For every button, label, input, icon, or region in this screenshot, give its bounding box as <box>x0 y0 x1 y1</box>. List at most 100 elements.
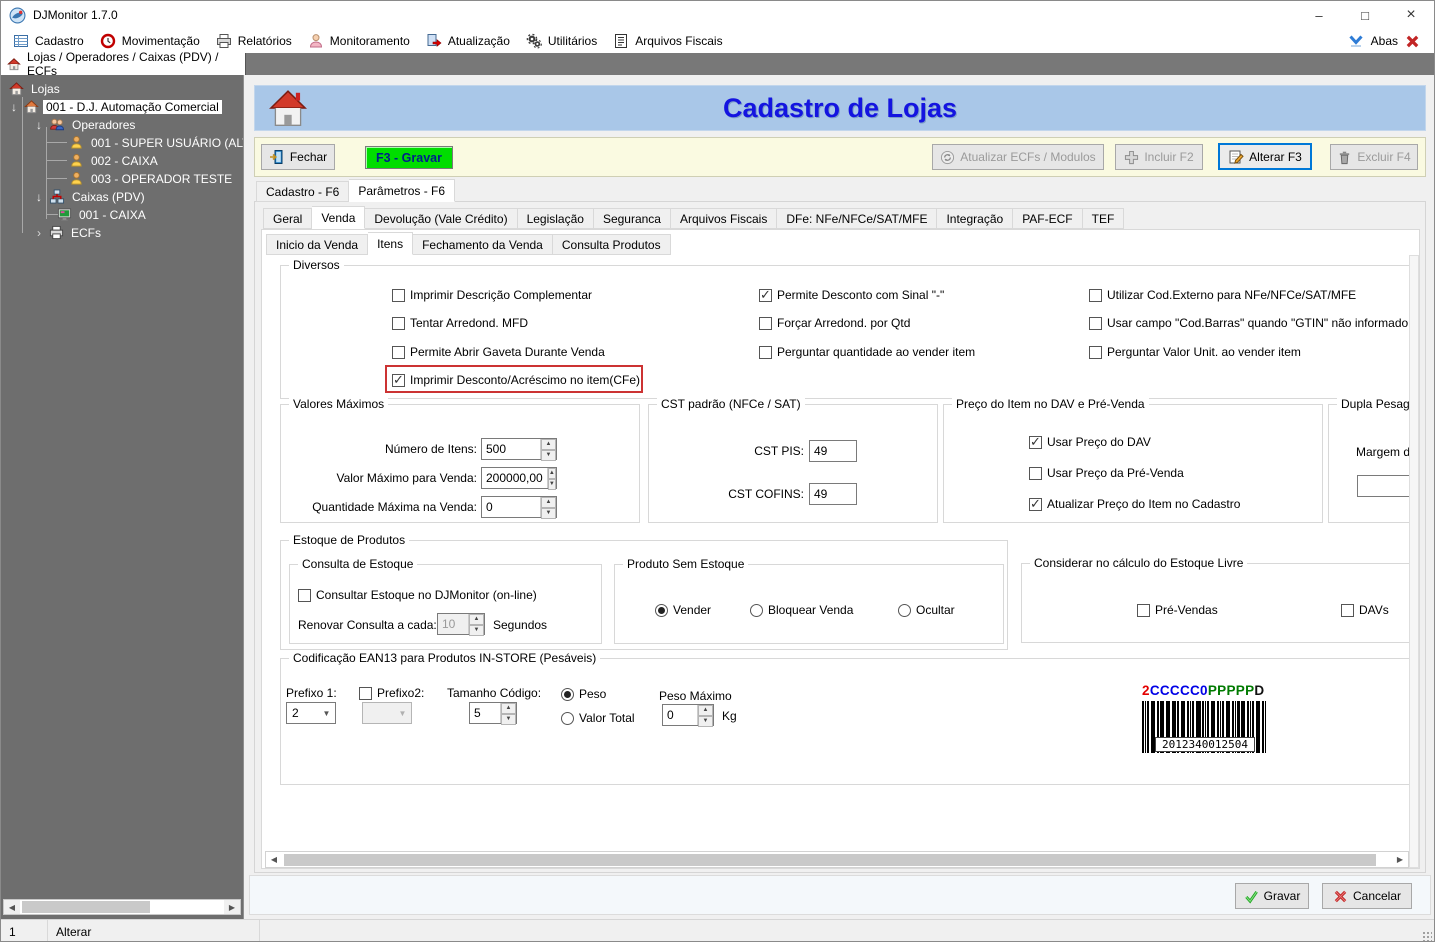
maximize-button[interactable]: □ <box>1342 1 1388 29</box>
tab-legislacao[interactable]: Legislação <box>518 208 594 229</box>
radio-valor-total[interactable]: Valor Total <box>561 710 635 726</box>
spinner-arrows[interactable]: ▲▼ <box>468 614 484 634</box>
spinner-value[interactable]: 200000,00 <box>482 468 547 488</box>
scroll-left-icon[interactable]: ◀ <box>266 853 282 867</box>
radio-ocultar[interactable]: Ocultar <box>898 602 955 618</box>
prefixo1-select[interactable]: 2▼ <box>286 702 336 724</box>
menu-atualizacao[interactable]: Atualização <box>420 30 520 52</box>
checkbox-usar-campo-cod-barras[interactable]: Usar campo "Cod.Barras" quando "GTIN" nã… <box>1089 315 1408 331</box>
tree-item-ecfs[interactable]: › ECFs <box>33 224 104 241</box>
scroll-left-icon[interactable]: ◀ <box>4 900 20 914</box>
tab-itens[interactable]: Itens <box>368 232 413 255</box>
expand-arrow-icon[interactable]: › <box>33 226 45 240</box>
spinner-arrows[interactable]: ▲▼ <box>697 705 713 725</box>
scroll-right-icon[interactable]: ▶ <box>224 900 240 914</box>
margem-input[interactable]: 15, <box>1357 475 1409 497</box>
tab-inicio-da-venda[interactable]: Inicio da Venda <box>266 234 368 255</box>
content-horizontal-scrollbar[interactable]: ◀ ▶ <box>265 851 1409 868</box>
checkbox-usar-preco-dav[interactable]: Usar Preço do DAV <box>1029 434 1151 450</box>
tab-fechamento-da-venda[interactable]: Fechamento da Venda <box>413 234 553 255</box>
tab-paf-ecf[interactable]: PAF-ECF <box>1013 208 1082 229</box>
tab-devolucao[interactable]: Devolução (Vale Crédito) <box>365 208 517 229</box>
spinner-value[interactable]: 0 <box>663 705 697 725</box>
tamanho-codigo-spinner[interactable]: 5▲▼ <box>469 702 517 724</box>
close-button[interactable]: × <box>1388 1 1434 29</box>
tree-item-lojas[interactable]: Lojas <box>9 80 63 97</box>
tab-venda[interactable]: Venda <box>312 206 365 229</box>
alterar-button[interactable]: Alterar F3 <box>1218 143 1312 170</box>
checkbox-utilizar-cod-externo[interactable]: Utilizar Cod.Externo para NFe/NFCe/SAT/M… <box>1089 287 1356 303</box>
scrollbar-thumb[interactable] <box>284 854 1376 866</box>
menu-utilitarios[interactable]: Utilitários <box>520 30 607 52</box>
checkbox-permite-desconto-sinal[interactable]: Permite Desconto com Sinal "-" <box>759 287 944 303</box>
gravar-button[interactable]: Gravar <box>1235 883 1309 909</box>
cancelar-button[interactable]: Cancelar <box>1322 883 1412 909</box>
numero-itens-spinner[interactable]: 500▲▼ <box>481 438 557 460</box>
excluir-button[interactable]: Excluir F4 <box>1330 144 1418 170</box>
spinner-value[interactable]: 0 <box>482 497 540 517</box>
chevron-down-icon[interactable] <box>1348 34 1364 48</box>
radio-vender[interactable]: Vender <box>655 602 711 618</box>
checkbox-perguntar-quantidade[interactable]: Perguntar quantidade ao vender item <box>759 344 975 360</box>
abas-label[interactable]: Abas <box>1371 34 1398 48</box>
atualizar-ecfs-button[interactable]: Atualizar ECFs / Modulos <box>932 144 1104 170</box>
minimize-button[interactable]: – <box>1296 1 1342 29</box>
spinner-arrows[interactable]: ▲▼ <box>540 497 556 517</box>
checkbox-prefixo2[interactable]: Prefixo2: <box>359 685 424 701</box>
tab-integracao[interactable]: Integração <box>937 208 1013 229</box>
expand-arrow-icon[interactable]: ↓ <box>33 118 45 132</box>
checkbox-permite-abrir-gaveta[interactable]: Permite Abrir Gaveta Durante Venda <box>392 344 605 360</box>
menu-monitoramento[interactable]: Monitoramento <box>302 30 420 52</box>
checkbox-perguntar-valor-unit[interactable]: Perguntar Valor Unit. ao vender item <box>1089 344 1301 360</box>
tree-item-operador-002[interactable]: 002 - CAIXA <box>69 152 161 169</box>
spinner-value[interactable]: 10 <box>438 614 468 634</box>
peso-maximo-spinner[interactable]: 0▲▼ <box>662 704 714 726</box>
radio-peso[interactable]: Peso <box>561 686 606 702</box>
tab-tef[interactable]: TEF <box>1083 208 1125 229</box>
checkbox-pre-vendas[interactable]: Pré-Vendas <box>1137 602 1218 618</box>
fechar-button[interactable]: Fechar <box>261 144 335 170</box>
menu-arquivos-fiscais[interactable]: Arquivos Fiscais <box>607 30 732 52</box>
scrollbar-thumb[interactable] <box>22 901 150 913</box>
tree-item-caixa-001[interactable]: 001 - CAIXA <box>57 206 149 223</box>
tab-parametros-f6[interactable]: Parâmetros - F6 <box>349 179 455 202</box>
menu-cadastro[interactable]: Cadastro <box>7 30 94 52</box>
checkbox-consultar-estoque[interactable]: Consultar Estoque no DJMonitor (on-line) <box>298 587 537 603</box>
tab-dfe[interactable]: DFe: NFe/NFCe/SAT/MFE <box>777 208 937 229</box>
tab-cadastro-f6[interactable]: Cadastro - F6 <box>256 181 349 202</box>
checkbox-atualizar-preco-item[interactable]: Atualizar Preço do Item no Cadastro <box>1029 496 1240 512</box>
checkbox-tentar-arredond-mfd[interactable]: Tentar Arredond. MFD <box>392 315 528 331</box>
resize-grip[interactable] <box>1422 931 1432 941</box>
tab-lojas-operadores[interactable]: Lojas / Operadores / Caixas (PDV) / ECFs <box>1 53 246 75</box>
spinner-arrows[interactable]: ▲▼ <box>500 703 516 723</box>
checkbox-forcar-arredond-qtd[interactable]: Forçar Arredond. por Qtd <box>759 315 910 331</box>
expand-arrow-icon[interactable]: ↓ <box>33 190 45 204</box>
scroll-right-icon[interactable]: ▶ <box>1392 853 1408 867</box>
checkbox-davs[interactable]: DAVs <box>1341 602 1389 618</box>
incluir-button[interactable]: Incluir F2 <box>1115 144 1203 170</box>
spinner-arrows[interactable]: ▲▼ <box>540 439 556 459</box>
tab-seguranca[interactable]: Seguranca <box>594 208 671 229</box>
cst-pis-input[interactable]: 49 <box>809 440 857 462</box>
tree-item-caixas-pdv[interactable]: ↓ Caixas (PDV) <box>33 188 148 205</box>
tab-consulta-produtos[interactable]: Consulta Produtos <box>553 234 671 255</box>
tree-item-operador-003[interactable]: 003 - OPERADOR TESTE <box>69 170 235 187</box>
valor-maximo-venda-spinner[interactable]: 200000,00▲▼ <box>481 467 557 489</box>
tree-horizontal-scrollbar[interactable]: ◀ ▶ <box>3 899 241 915</box>
tab-geral[interactable]: Geral <box>263 208 312 229</box>
tree-item-operador-001[interactable]: 001 - SUPER USUÁRIO (ALTERE <box>69 134 244 151</box>
menu-movimentacao[interactable]: Movimentação <box>94 30 210 52</box>
cst-cofins-input[interactable]: 49 <box>809 483 857 505</box>
tree-item-loja-001[interactable]: ↓ 001 - D.J. Automação Comercial <box>8 98 222 115</box>
spinner-value[interactable]: 500 <box>482 439 540 459</box>
radio-bloquear-venda[interactable]: Bloquear Venda <box>750 602 853 618</box>
checkbox-usar-preco-pre-venda[interactable]: Usar Preço da Pré-Venda <box>1029 465 1184 481</box>
prefixo2-select[interactable]: ▼ <box>362 702 412 724</box>
tab-arquivos-fiscais[interactable]: Arquivos Fiscais <box>671 208 777 229</box>
renovar-consulta-spinner[interactable]: 10▲▼ <box>437 613 485 635</box>
spinner-arrows[interactable]: ▲▼ <box>547 468 556 488</box>
menu-relatorios[interactable]: Relatórios <box>210 30 302 52</box>
content-vertical-scrollbar[interactable] <box>1409 255 1419 868</box>
close-tabs-icon[interactable] <box>1405 34 1420 49</box>
expand-arrow-icon[interactable]: ↓ <box>8 100 20 114</box>
